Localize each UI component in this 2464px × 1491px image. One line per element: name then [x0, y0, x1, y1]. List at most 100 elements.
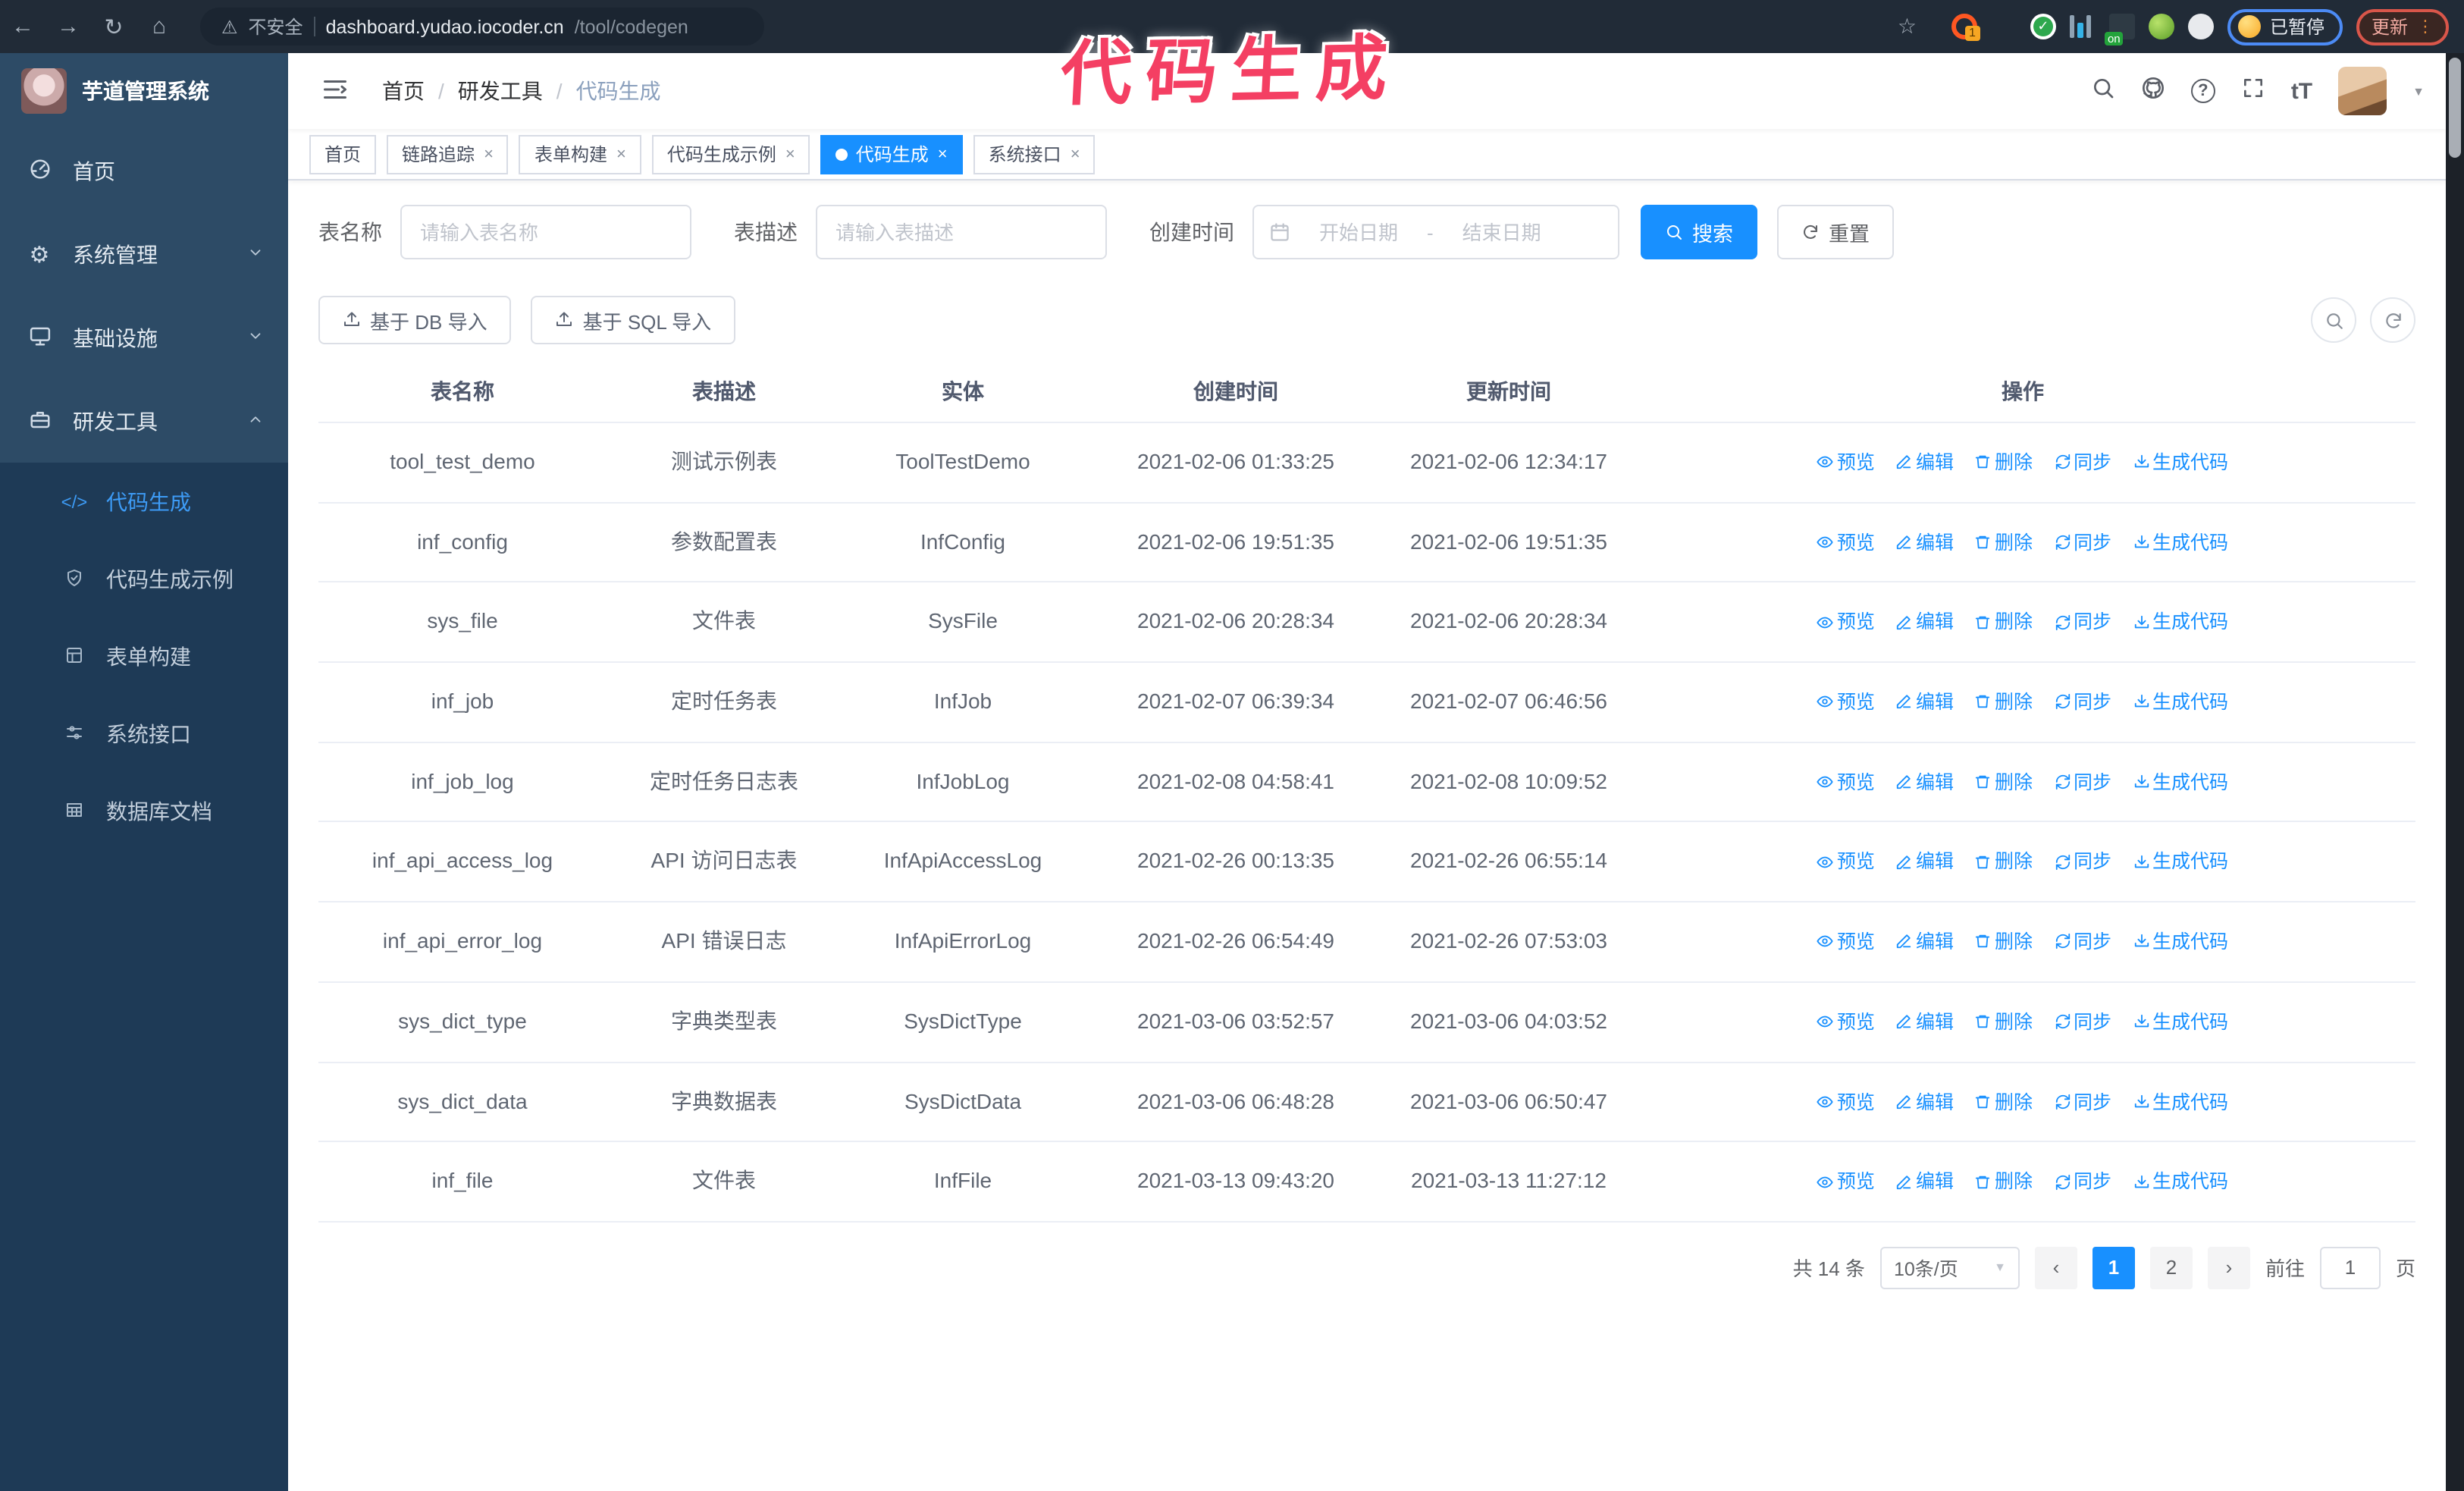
sync-link[interactable]: 同步 [2054, 612, 2111, 633]
browser-home-icon[interactable]: ⌂ [136, 14, 182, 39]
browser-reload-icon[interactable]: ↻ [91, 13, 136, 40]
edit-link[interactable]: 编辑 [1896, 532, 1954, 553]
edit-link[interactable]: 编辑 [1896, 772, 1954, 793]
app-logo[interactable]: 芋道管理系统 [0, 53, 288, 129]
tag-form-builder[interactable]: 表单构建 × [519, 134, 641, 174]
preview-link[interactable]: 预览 [1817, 452, 1875, 473]
close-icon[interactable]: × [484, 145, 494, 163]
extension-check-icon[interactable]: ✓ [2030, 14, 2056, 39]
user-menu-caret-icon[interactable]: ▼ [2412, 84, 2425, 98]
sync-link[interactable]: 同步 [2054, 852, 2111, 873]
github-icon[interactable] [2141, 77, 2165, 105]
page-size-select[interactable]: 10条/页 ▼ [1879, 1246, 2020, 1289]
tag-codegen-active[interactable]: 代码生成 × [820, 134, 963, 174]
close-icon[interactable]: × [1071, 145, 1080, 163]
delete-link[interactable]: 删除 [1975, 692, 2033, 713]
sidebar-subitem-system-api[interactable]: 系统接口 [0, 695, 288, 772]
sync-link[interactable]: 同步 [2054, 1012, 2111, 1033]
browser-menu-icon[interactable]: ⋮ [2417, 17, 2434, 36]
sync-link[interactable]: 同步 [2054, 452, 2111, 473]
goto-page-input[interactable] [2319, 1246, 2381, 1289]
generate-code-link[interactable]: 生成代码 [2133, 852, 2228, 873]
edit-link[interactable]: 编辑 [1896, 1171, 1954, 1192]
edit-link[interactable]: 编辑 [1896, 1091, 1954, 1113]
scrollbar-thumb[interactable] [2449, 58, 2461, 158]
preview-link[interactable]: 预览 [1817, 1171, 1875, 1192]
sync-link[interactable]: 同步 [2054, 532, 2111, 553]
search-button[interactable]: 搜索 [1641, 205, 1757, 259]
extension-on-icon[interactable]: on [2104, 14, 2135, 46]
sidebar-item-infrastructure[interactable]: 基础设施 [0, 296, 288, 379]
delete-link[interactable]: 删除 [1975, 931, 2033, 953]
sidebar-subitem-form-builder[interactable]: 表单构建 [0, 617, 288, 695]
close-icon[interactable]: × [616, 145, 626, 163]
search-icon[interactable] [2091, 77, 2115, 105]
import-db-button[interactable]: 基于 DB 导入 [318, 296, 512, 344]
table-desc-input[interactable] [816, 205, 1107, 259]
prev-page-button[interactable]: ‹ [2034, 1246, 2077, 1289]
toggle-search-button[interactable] [2311, 297, 2356, 343]
edit-link[interactable]: 编辑 [1896, 692, 1954, 713]
end-date-input[interactable] [1442, 221, 1561, 243]
generate-code-link[interactable]: 生成代码 [2133, 1171, 2228, 1192]
table-name-input[interactable] [400, 205, 691, 259]
edit-link[interactable]: 编辑 [1896, 452, 1954, 473]
generate-code-link[interactable]: 生成代码 [2133, 452, 2228, 473]
sidebar-item-dev-tools[interactable]: 研发工具 [0, 379, 288, 463]
bookmark-star-icon[interactable]: ☆ [1898, 14, 1917, 39]
browser-back-icon[interactable]: ← [0, 14, 45, 39]
preview-link[interactable]: 预览 [1817, 931, 1875, 953]
url-host[interactable]: dashboard.yudao.iocoder.cn [326, 16, 564, 37]
delete-link[interactable]: 删除 [1975, 1091, 2033, 1113]
help-icon[interactable]: ? [2190, 79, 2215, 103]
close-icon[interactable]: × [785, 145, 795, 163]
generate-code-link[interactable]: 生成代码 [2133, 532, 2228, 553]
sidebar-subitem-codegen-example[interactable]: 代码生成示例 [0, 540, 288, 617]
preview-link[interactable]: 预览 [1817, 532, 1875, 553]
generate-code-link[interactable]: 生成代码 [2133, 692, 2228, 713]
edit-link[interactable]: 编辑 [1896, 612, 1954, 633]
profile-paused-badge[interactable]: 已暂停 [2227, 8, 2343, 45]
sync-link[interactable]: 同步 [2054, 1091, 2111, 1113]
close-icon[interactable]: × [938, 145, 948, 163]
page-1-button[interactable]: 1 [2092, 1246, 2135, 1289]
extension-gem-icon[interactable] [1991, 14, 2017, 39]
browser-update-button[interactable]: 更新 ⋮ [2356, 8, 2449, 45]
preview-link[interactable]: 预览 [1817, 772, 1875, 793]
edit-link[interactable]: 编辑 [1896, 852, 1954, 873]
preview-link[interactable]: 预览 [1817, 692, 1875, 713]
address-bar[interactable]: ⚠ 不安全 dashboard.yudao.iocoder.cn/tool/co… [200, 8, 764, 46]
tag-system-api[interactable]: 系统接口 × [973, 134, 1096, 174]
sidebar-collapse-icon[interactable] [309, 75, 361, 107]
preview-link[interactable]: 预览 [1817, 1012, 1875, 1033]
date-range-picker[interactable]: - [1252, 205, 1619, 259]
preview-link[interactable]: 预览 [1817, 1091, 1875, 1113]
sidebar-item-system-management[interactable]: ⚙ 系统管理 [0, 212, 288, 296]
delete-link[interactable]: 删除 [1975, 1171, 2033, 1192]
sync-link[interactable]: 同步 [2054, 772, 2111, 793]
generate-code-link[interactable]: 生成代码 [2133, 1091, 2228, 1113]
edit-link[interactable]: 编辑 [1896, 1012, 1954, 1033]
preview-link[interactable]: 预览 [1817, 612, 1875, 633]
delete-link[interactable]: 删除 [1975, 532, 2033, 553]
reset-button[interactable]: 重置 [1777, 205, 1894, 259]
page-scrollbar[interactable] [2446, 53, 2464, 1491]
tag-tracing[interactable]: 链路追踪 × [387, 134, 509, 174]
generate-code-link[interactable]: 生成代码 [2133, 931, 2228, 953]
delete-link[interactable]: 删除 [1975, 852, 2033, 873]
generate-code-link[interactable]: 生成代码 [2133, 1012, 2228, 1033]
extension-orange-icon[interactable]: 1 [1951, 14, 1980, 41]
sidebar-subitem-codegen[interactable]: </> 代码生成 [0, 463, 288, 540]
browser-forward-icon[interactable]: → [45, 14, 91, 39]
import-sql-button[interactable]: 基于 SQL 导入 [531, 296, 736, 344]
tag-home[interactable]: 首页 [309, 134, 377, 174]
breadcrumb-home[interactable]: 首页 [382, 76, 425, 106]
generate-code-link[interactable]: 生成代码 [2133, 612, 2228, 633]
fullscreen-icon[interactable] [2241, 77, 2265, 105]
preview-link[interactable]: 预览 [1817, 852, 1875, 873]
sync-link[interactable]: 同步 [2054, 931, 2111, 953]
not-secure-label[interactable]: 不安全 [249, 14, 303, 39]
next-page-button[interactable]: › [2207, 1246, 2250, 1289]
edit-link[interactable]: 编辑 [1896, 931, 1954, 953]
delete-link[interactable]: 删除 [1975, 612, 2033, 633]
